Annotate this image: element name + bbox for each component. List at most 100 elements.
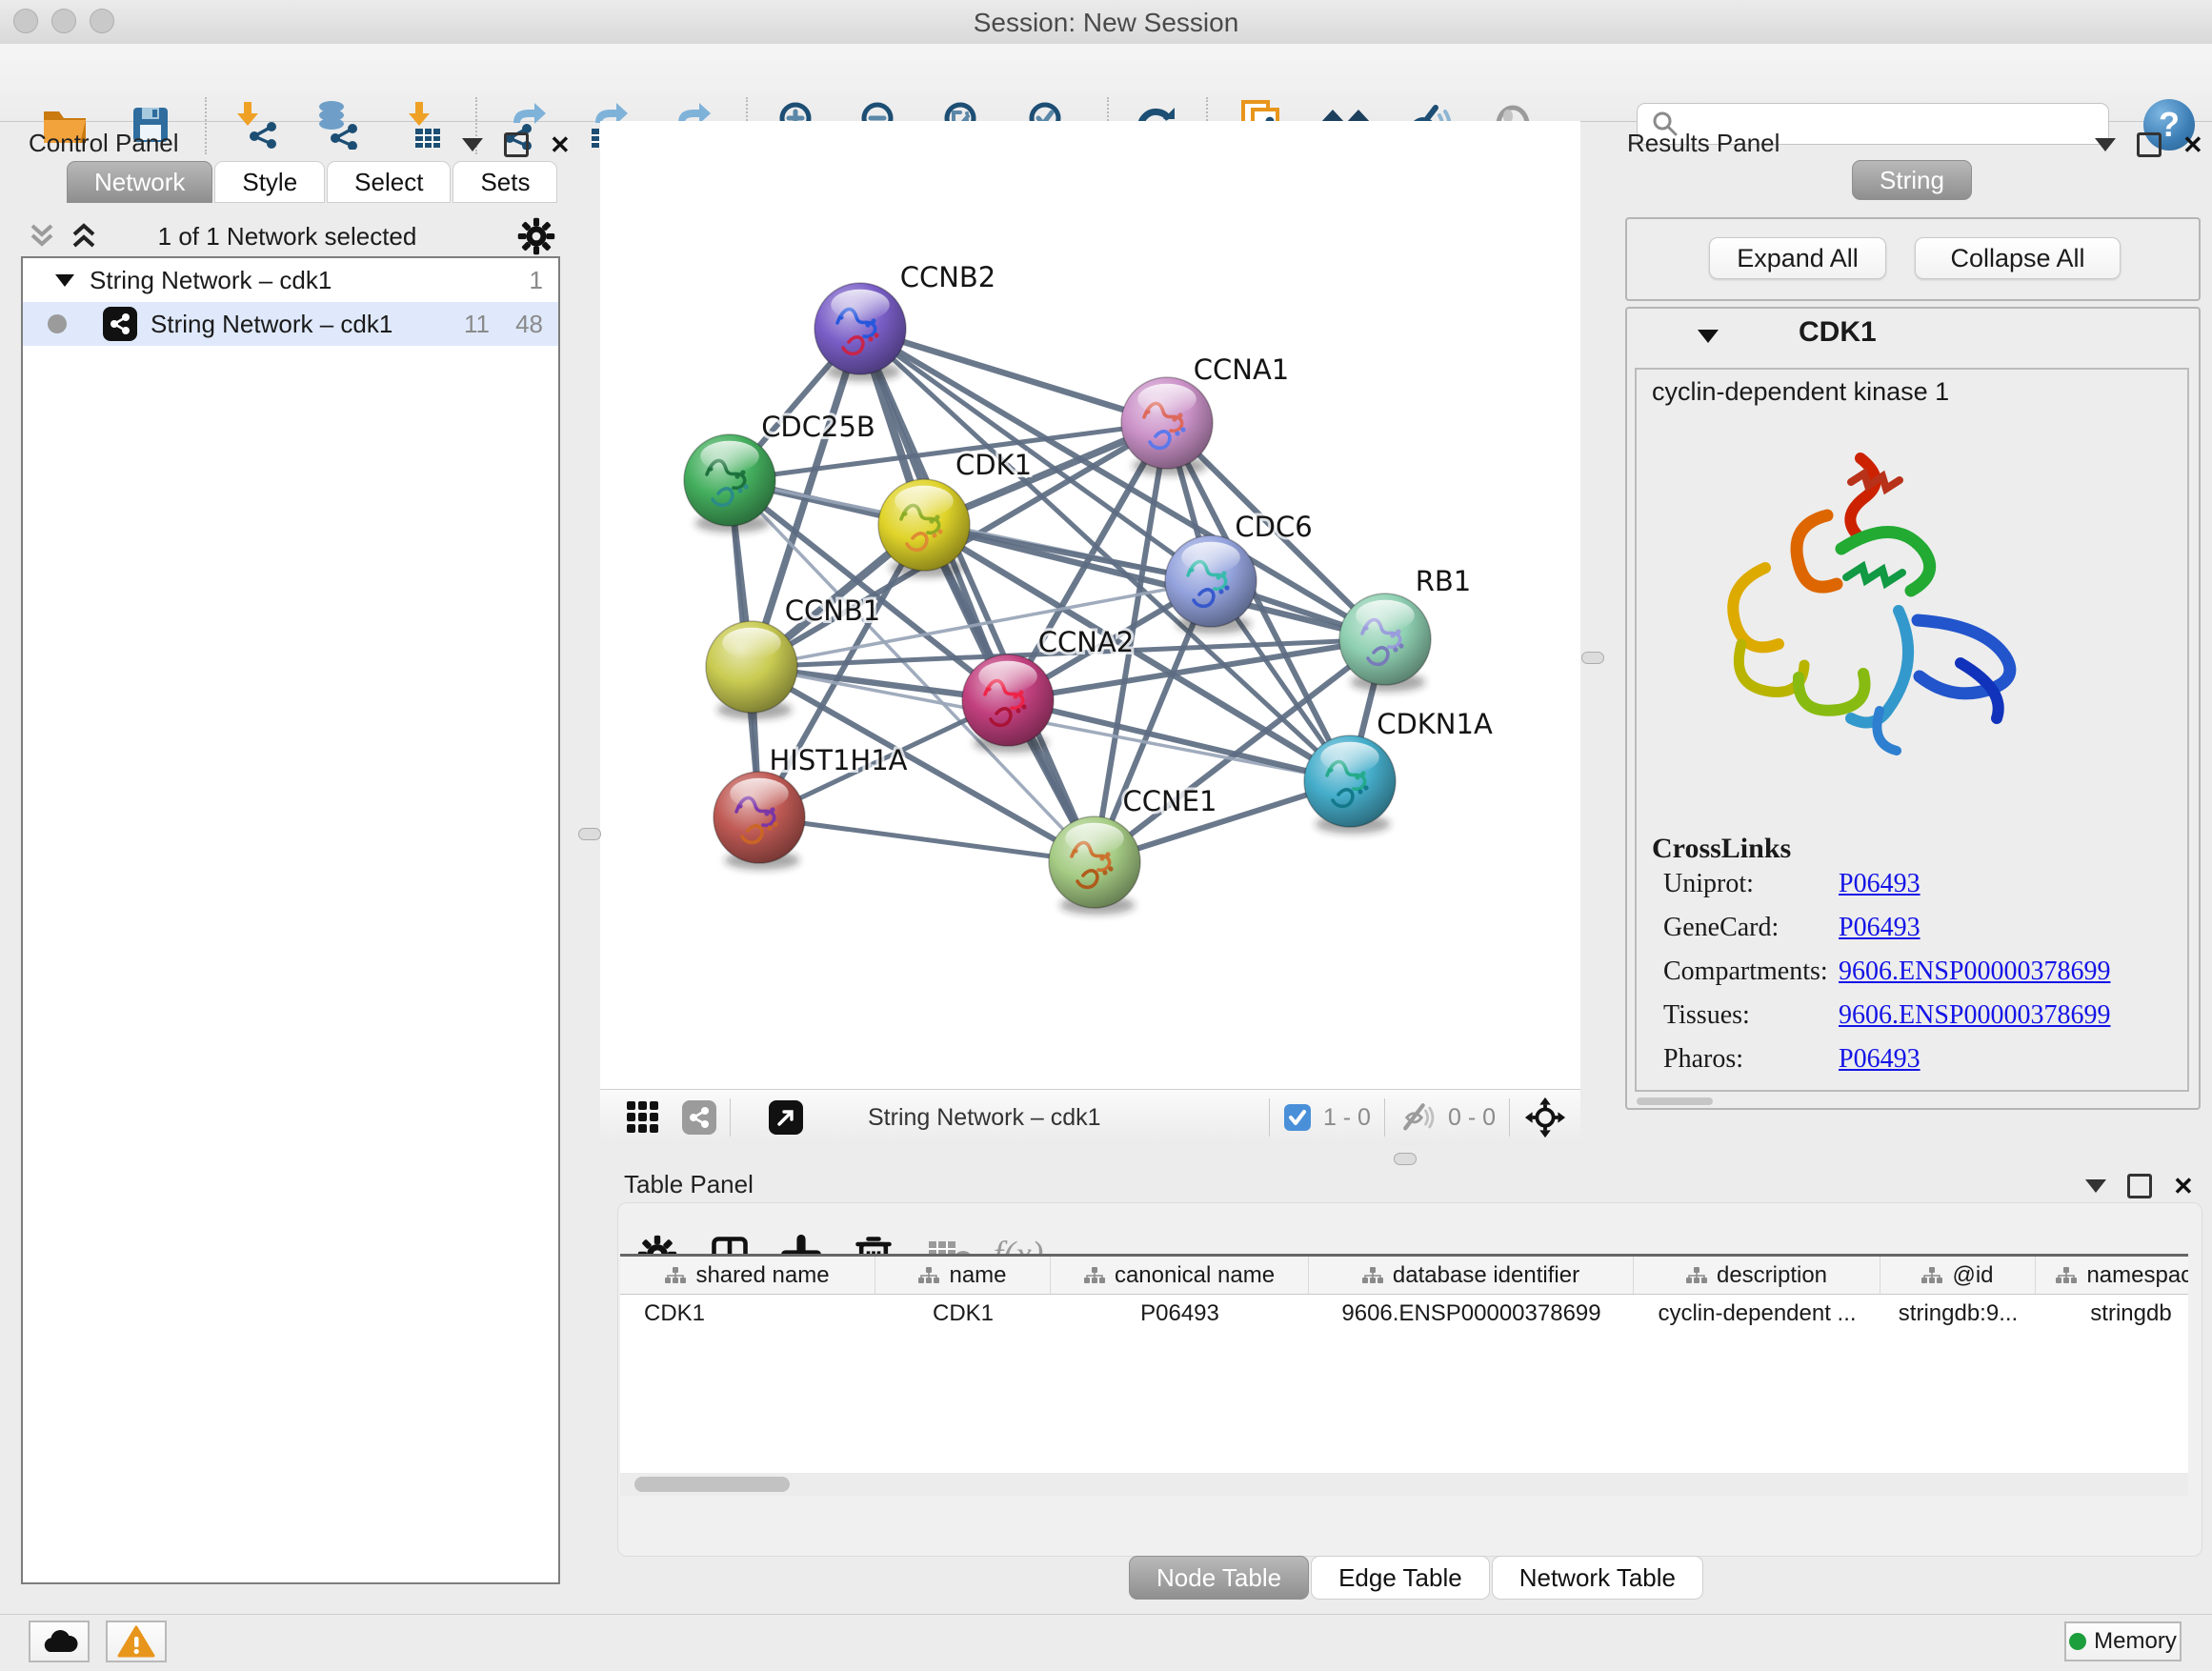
column-header-database-identifier[interactable]: database identifier <box>1309 1257 1634 1294</box>
network-row-label: String Network – cdk1 <box>151 310 392 339</box>
node-HIST1H1A[interactable] <box>714 772 805 870</box>
crosslink-value-link[interactable]: P06493 <box>1839 869 1920 899</box>
string-tab-label: String <box>1880 166 1944 195</box>
node-CCNB1[interactable] <box>706 621 797 719</box>
column-header-namespace[interactable]: namespace <box>2036 1257 2188 1294</box>
node-CCNE1[interactable] <box>1049 816 1140 915</box>
column-header-description[interactable]: description <box>1634 1257 1880 1294</box>
tab-edge-table[interactable]: Edge Table <box>1311 1556 1490 1600</box>
column-header-name[interactable]: name <box>875 1257 1051 1294</box>
network-collection-row[interactable]: String Network – cdk1 1 <box>23 258 558 302</box>
column-header-shared-name[interactable]: shared name <box>620 1257 875 1294</box>
memory-status-icon <box>2069 1633 2086 1650</box>
table-cell[interactable]: 9606.ENSP00000378699 <box>1309 1295 1634 1333</box>
float-panel-icon[interactable] <box>504 132 529 157</box>
table-cell[interactable]: stringdb:9... <box>1880 1295 2036 1333</box>
tab-style[interactable]: Style <box>214 161 325 203</box>
results-hscroll-thumb[interactable] <box>1637 1097 1713 1105</box>
expand-collapse-box: Expand All Collapse All <box>1625 217 2201 301</box>
table-header-row: shared namenamecanonical name database id… <box>620 1257 2188 1295</box>
left-splitter-grip[interactable] <box>578 828 601 840</box>
crosslink-value-link[interactable]: 9606.ENSP00000378699 <box>1839 1000 2110 1031</box>
memory-button[interactable]: Memory <box>2064 1621 2182 1661</box>
crosslinks-list: Uniprot:P06493GeneCard:P06493Compartment… <box>1637 869 2191 1088</box>
hidden-elements-icon[interactable] <box>1398 1101 1437 1134</box>
table-row[interactable]: CDK1CDK1P064939606.ENSP00000378699cyclin… <box>620 1295 2188 1333</box>
close-panel-icon[interactable]: ✕ <box>550 135 571 154</box>
table-cell[interactable]: CDK1 <box>875 1295 1051 1333</box>
column-header-label: @id <box>1952 1262 1993 1289</box>
expand-all-button[interactable]: Expand All <box>1709 237 1886 279</box>
table-cell[interactable]: cyclin-dependent ... <box>1634 1295 1880 1333</box>
table-cell[interactable]: stringdb <box>2036 1295 2188 1333</box>
tree-expand-icon[interactable] <box>53 271 76 290</box>
panel-menu-icon[interactable] <box>2085 1179 2106 1193</box>
table-hscroll-thumb[interactable] <box>634 1477 790 1492</box>
float-panel-icon[interactable] <box>2137 132 2162 157</box>
control-panel: Control Panel ✕ NetworkStyleSelectSets 1… <box>10 121 565 1593</box>
cloud-button[interactable] <box>29 1621 90 1662</box>
cloud-icon <box>40 1627 78 1656</box>
results-panel-title: Results Panel <box>1627 129 1780 158</box>
network-row-selected[interactable]: String Network – cdk1 11 48 <box>23 302 558 346</box>
close-panel-icon[interactable]: ✕ <box>2182 135 2203 154</box>
column-header-label: description <box>1717 1262 1827 1289</box>
edge-CCNB2-CCNA1[interactable] <box>860 329 1167 423</box>
table-hscrollbar[interactable] <box>620 1473 2188 1496</box>
node-CDK1[interactable] <box>878 479 970 577</box>
collapse-all-button[interactable]: Collapse All <box>1915 237 2121 279</box>
node-CDC25B[interactable] <box>684 434 775 533</box>
protein-name: CDK1 <box>1799 316 1877 349</box>
crosslink-row: Pharos:P06493 <box>1637 1044 2191 1088</box>
edge-CCNA2-CDKN1A[interactable] <box>1008 700 1350 781</box>
float-panel-icon[interactable] <box>2127 1174 2152 1198</box>
string-view-icon[interactable] <box>682 1100 716 1135</box>
column-header-@id[interactable]: @id <box>1880 1257 2036 1294</box>
column-header-canonical-name[interactable]: canonical name <box>1051 1257 1309 1294</box>
current-network-dot-icon <box>48 314 67 333</box>
entry-collapse-icon[interactable] <box>1696 326 1720 347</box>
birds-eye-grid-icon[interactable] <box>625 1099 661 1136</box>
pan-crosshair-icon[interactable] <box>1523 1096 1567 1139</box>
crosslink-label: Uniprot: <box>1663 869 1754 899</box>
crosslink-row: Compartments:9606.ENSP00000378699 <box>1637 956 2191 1000</box>
crosslink-value-link[interactable]: P06493 <box>1839 1044 1920 1075</box>
right-splitter-grip[interactable] <box>1581 652 1604 664</box>
tab-network[interactable]: Network <box>67 161 212 203</box>
node-CCNA1[interactable] <box>1121 377 1213 475</box>
crosslinks-heading: CrossLinks <box>1652 833 1791 865</box>
edge-HIST1H1A-CCNE1[interactable] <box>759 817 1095 862</box>
string-network-icon <box>103 307 137 341</box>
close-panel-icon[interactable]: ✕ <box>2173 1177 2194 1196</box>
node-label-CCNB1: CCNB1 <box>785 594 881 627</box>
status-bar: Memory <box>0 1614 2212 1671</box>
edge-CCNB2-CCNE1[interactable] <box>860 329 1095 862</box>
column-header-label: database identifier <box>1393 1262 1579 1289</box>
warning-icon <box>117 1625 155 1658</box>
panel-menu-icon[interactable] <box>2095 138 2116 151</box>
expand-all-label: Expand All <box>1737 244 1859 273</box>
open-in-new-window-icon[interactable] <box>769 1100 803 1135</box>
node-CDC6[interactable] <box>1165 535 1257 634</box>
table-panel: Table Panel ✕ f(x) shared namenamecanoni… <box>610 1153 2212 1602</box>
tab-sets[interactable]: Sets <box>452 161 557 203</box>
protein-detail-box: cyclin-dependent kinase 1 <box>1635 368 2189 1092</box>
selected-nodes-checkbox-icon[interactable] <box>1283 1103 1312 1132</box>
table-cell[interactable]: P06493 <box>1051 1295 1309 1333</box>
panel-menu-icon[interactable] <box>462 138 483 151</box>
string-network-graph[interactable]: CCNB2CCNA1CDC25BCDK1CDC6RB1CCNB1CCNA2CDK… <box>600 121 1580 1089</box>
node-table[interactable]: shared namenamecanonical name database id… <box>620 1254 2188 1474</box>
crosslink-value-link[interactable]: P06493 <box>1839 913 1920 943</box>
main-toolbar: ? <box>0 44 2212 122</box>
tab-string[interactable]: String <box>1852 160 1972 200</box>
tab-select[interactable]: Select <box>327 161 451 203</box>
crosslink-value-link[interactable]: 9606.ENSP00000378699 <box>1839 956 2110 987</box>
network-options-gear-icon[interactable] <box>516 216 556 256</box>
node-RB1[interactable] <box>1339 594 1431 692</box>
node-CDKN1A[interactable] <box>1304 735 1396 834</box>
tab-network-table[interactable]: Network Table <box>1492 1556 1703 1600</box>
table-cell[interactable]: CDK1 <box>620 1295 875 1333</box>
warnings-button[interactable] <box>106 1621 167 1662</box>
network-view-canvas[interactable]: CCNB2CCNA1CDC25BCDK1CDC6RB1CCNB1CCNA2CDK… <box>600 121 1580 1089</box>
tab-node-table[interactable]: Node Table <box>1129 1556 1309 1600</box>
